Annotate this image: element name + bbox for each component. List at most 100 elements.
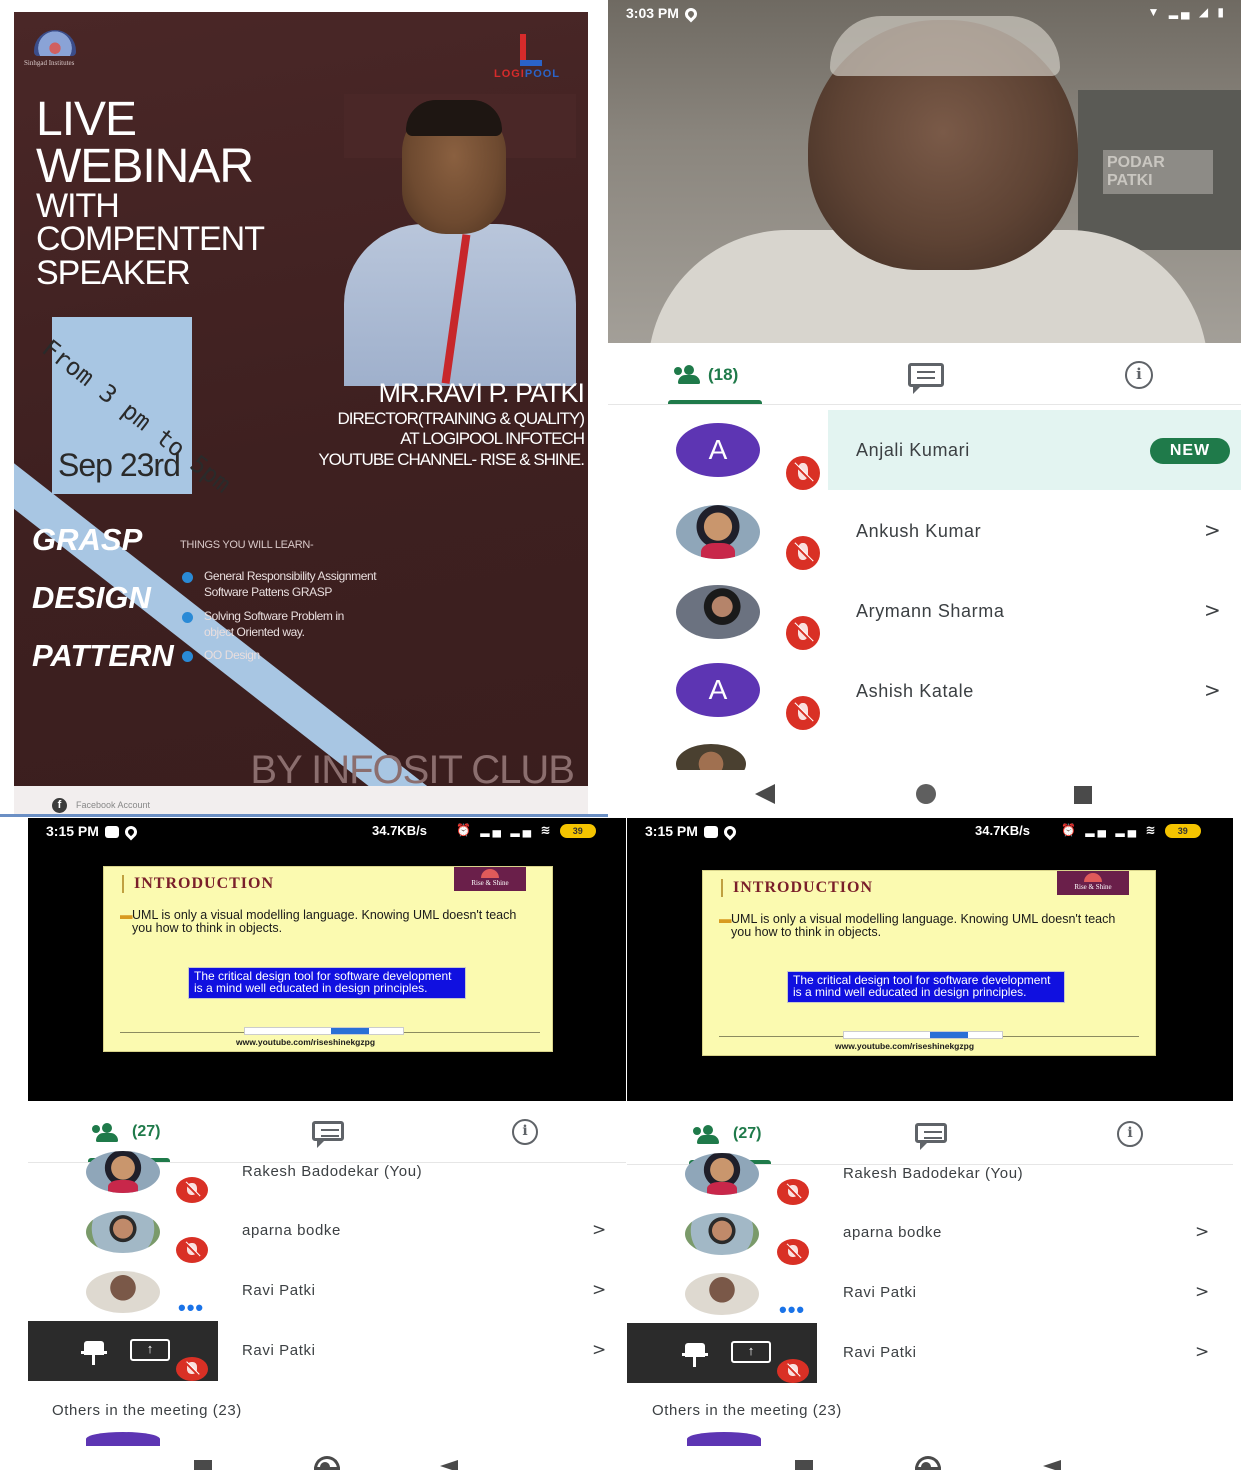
presenting-tile: ↑ <box>28 1321 218 1381</box>
participant-name: Ravi Patki <box>843 1344 917 1361</box>
participants-count: (27) <box>733 1125 762 1142</box>
participant-row-presenting[interactable]: ↑ Ravi Patki > <box>627 1323 1233 1383</box>
pin-icon[interactable] <box>81 1341 107 1365</box>
battery-icon: 39 <box>559 823 596 838</box>
bullet-icon <box>182 651 193 662</box>
presentation-video[interactable]: 3:15 PM 34.7KB/s ⏰ ▂▄ ▂▄ ≋ 39 INTRODUCTI… <box>627 818 1233 1101</box>
participant-row[interactable]: A Ashish Katale > <box>608 650 1241 730</box>
institute-logo: Sinhgad Institutes <box>24 30 86 67</box>
chevron-right-icon[interactable]: > <box>1204 678 1221 702</box>
android-nav-bar <box>627 1446 1233 1470</box>
chevron-right-icon[interactable]: > <box>1195 1222 1209 1242</box>
mic-off-icon <box>176 1357 208 1381</box>
slide-subscribe-bar <box>244 1027 404 1035</box>
avatar <box>685 1213 759 1255</box>
presenting-tile: ↑ <box>627 1323 817 1383</box>
chevron-right-icon[interactable]: > <box>592 1220 606 1240</box>
participant-row[interactable]: ••• Ravi Patki > <box>28 1263 626 1321</box>
title-webinar: WEBINAR <box>36 140 254 194</box>
nav-home-icon[interactable] <box>916 784 936 804</box>
tab-participants[interactable]: (18) <box>668 343 762 404</box>
topic-grasp: GRASP <box>32 522 143 557</box>
title-compentent: COMPENTENT <box>36 220 265 259</box>
nav-recents-icon[interactable] <box>1074 786 1092 804</box>
speaker-video[interactable]: PODAR PATKI 3:03 PM ▼ ▂▄ ◢ ▮ <box>608 0 1241 343</box>
nav-back-icon[interactable] <box>1043 1460 1061 1470</box>
nav-recents-icon[interactable] <box>795 1460 813 1470</box>
topic-pattern: PATTERN <box>32 638 174 673</box>
present-screen-icon: ↑ <box>130 1339 170 1361</box>
avatar <box>86 1211 160 1253</box>
bullet-icon <box>182 612 193 623</box>
title-speaker: SPEAKER <box>36 253 191 292</box>
chevron-right-icon[interactable]: > <box>592 1280 606 1300</box>
info-icon: i <box>1117 1121 1143 1147</box>
location-icon <box>721 823 739 841</box>
poster-title: LIVE WEBINAR WITH COMPENTENT SPEAKER <box>36 93 265 292</box>
chevron-right-icon[interactable]: > <box>1195 1342 1209 1362</box>
others-in-meeting-heading: Others in the meeting (23) <box>52 1402 242 1419</box>
slide-url: www.youtube.com/riseshinekgzpg <box>835 1041 975 1051</box>
participant-row[interactable]: Ankush Kumar > <box>608 490 1241 570</box>
people-icon <box>691 1125 721 1144</box>
pin-icon[interactable] <box>682 1343 708 1367</box>
nav-recents-icon[interactable] <box>194 1460 212 1470</box>
speaker-role: DIRECTOR(TRAINING & QUALITY) <box>337 409 585 428</box>
participant-row[interactable]: A Anjali Kumari NEW <box>608 410 1241 490</box>
participant-row[interactable]: Rakesh Badodekar (You) <box>28 1143 626 1203</box>
logipool-mark-icon <box>512 34 542 66</box>
participant-name: Rakesh Badodekar (You) <box>242 1163 423 1180</box>
mic-off-icon <box>786 616 820 650</box>
participant-row[interactable]: Arymann Sharma > <box>608 570 1241 650</box>
nav-home-icon[interactable] <box>314 1456 340 1470</box>
participant-row[interactable]: aparna bodke > <box>28 1203 626 1263</box>
speaking-indicator-icon: ••• <box>779 1297 806 1322</box>
people-icon <box>90 1123 120 1142</box>
status-time: 3:03 PM <box>626 5 700 23</box>
slide-title: INTRODUCTION <box>721 879 873 897</box>
slide-highlight-box: The critical design tool for software de… <box>188 967 466 999</box>
meet-screen-participants-27-right: 3:15 PM 34.7KB/s ⏰ ▂▄ ▂▄ ≋ 39 INTRODUCTI… <box>627 818 1233 1470</box>
participant-row-partial[interactable] <box>608 730 1241 784</box>
participant-row[interactable]: Rakesh Badodekar (You) <box>627 1145 1233 1205</box>
learn-item: OO Design <box>182 648 260 664</box>
nav-back-icon[interactable] <box>440 1460 458 1470</box>
avatar <box>687 1432 761 1446</box>
tab-info[interactable]: i <box>1125 343 1165 404</box>
chevron-right-icon[interactable]: > <box>1195 1282 1209 1302</box>
participant-row-presenting[interactable]: ↑ Ravi Patki > <box>28 1321 626 1381</box>
slide-logo: Rise & Shine <box>1057 871 1129 895</box>
participant-row[interactable]: ••• Ravi Patki > <box>627 1265 1233 1323</box>
chevron-right-icon[interactable]: > <box>1204 598 1221 622</box>
avatar <box>86 1432 160 1446</box>
people-icon <box>672 365 702 384</box>
mic-off-icon <box>176 1177 208 1203</box>
active-tab-indicator <box>668 400 762 404</box>
slide: INTRODUCTION Rise & Shine ▬ UML is only a… <box>702 870 1156 1056</box>
network-speed: 34.7KB/s <box>975 823 1030 838</box>
avatar <box>676 585 760 639</box>
mic-off-icon <box>777 1179 809 1205</box>
nav-home-icon[interactable] <box>915 1456 941 1470</box>
presentation-video[interactable]: 3:15 PM 34.7KB/s ⏰ ▂▄ ▂▄ ≋ 39 INTRODUCTI… <box>28 818 626 1101</box>
chevron-right-icon[interactable]: > <box>1204 518 1221 542</box>
participant-name: Ankush Kumar <box>856 521 982 541</box>
nav-back-icon[interactable] <box>755 784 775 804</box>
title-live: LIVE <box>36 93 137 146</box>
participants-count: (27) <box>132 1123 161 1140</box>
participant-row[interactable]: aparna bodke > <box>627 1205 1233 1265</box>
chat-icon <box>312 1121 344 1148</box>
topic-design: DESIGN <box>32 580 151 615</box>
tab-chat[interactable] <box>908 343 948 404</box>
speaking-indicator-icon: ••• <box>178 1295 205 1320</box>
speaker-photo <box>344 94 576 386</box>
new-badge: NEW <box>1150 438 1230 464</box>
participant-name: Arymann Sharma <box>856 601 1005 621</box>
avatar: A <box>676 663 760 717</box>
speaker-channel: YOUTUBE CHANNEL- RISE & SHINE. <box>318 449 585 469</box>
slide-bullet: ▬ UML is only a visual modelling language… <box>719 912 1116 940</box>
status-icons: ▼ ▂▄ ◢ ▮ <box>1147 5 1227 19</box>
avatar <box>685 1273 759 1315</box>
status-icons: ⏰ ▂▄ ▂▄ ≋ 39 <box>1061 823 1201 838</box>
chevron-right-icon[interactable]: > <box>592 1340 606 1360</box>
